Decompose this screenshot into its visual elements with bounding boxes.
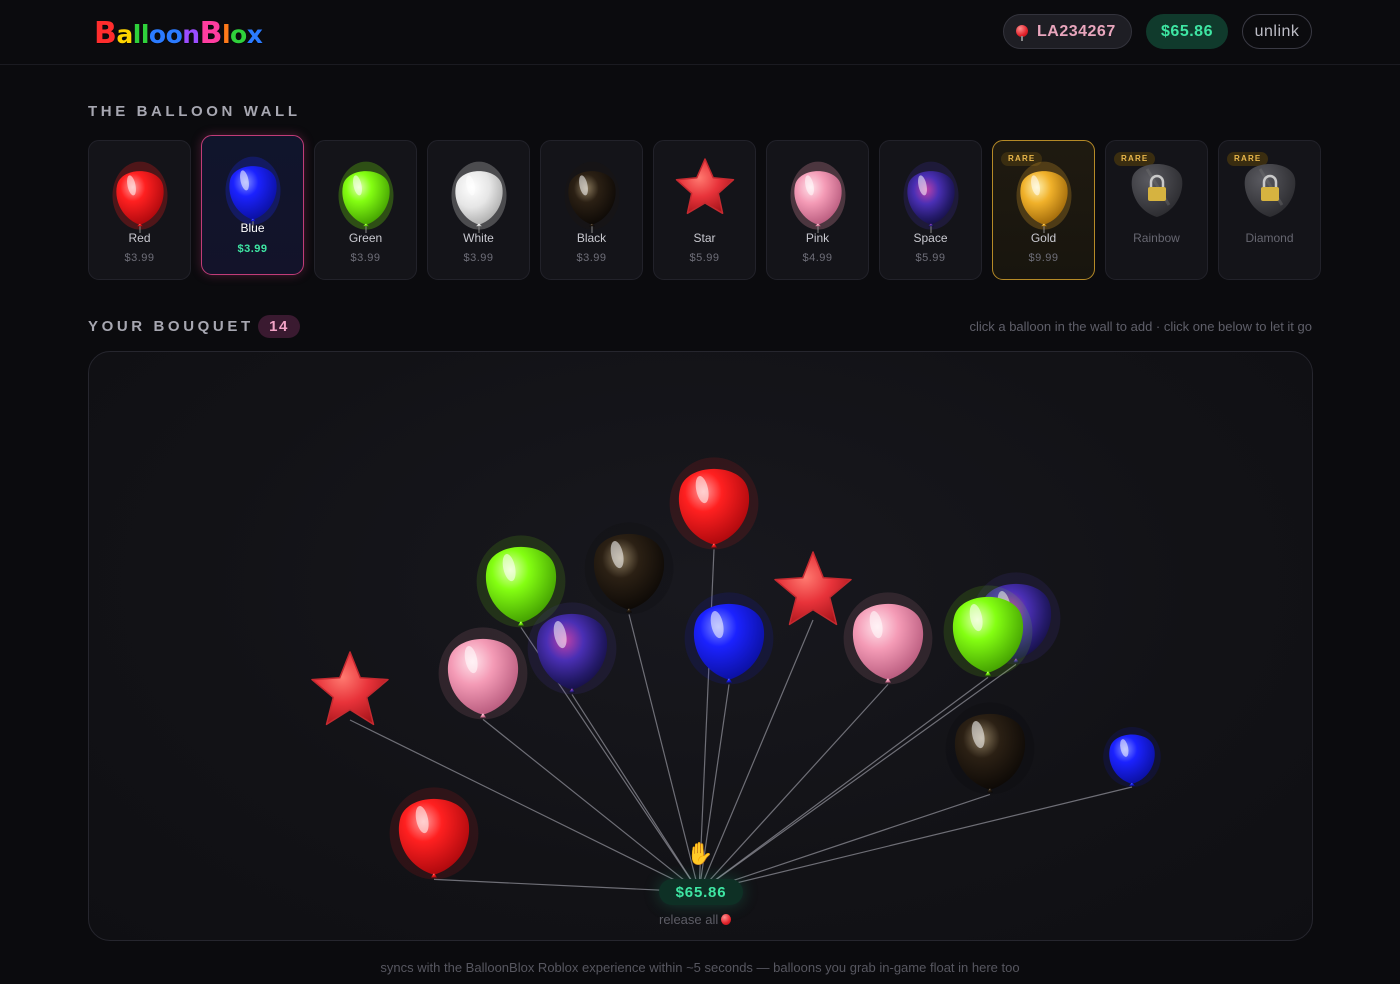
bouquet-balloon-space[interactable] bbox=[527, 602, 617, 695]
balloon-wall: Red $3.99 Blue $3.99 Green $3.99 White $… bbox=[88, 135, 1321, 281]
wall-item-blue[interactable]: Blue $3.99 bbox=[201, 135, 304, 275]
logo-letter: x bbox=[246, 20, 263, 49]
wall-item-name: Red bbox=[128, 231, 151, 245]
wall-item-name: Blue bbox=[240, 221, 265, 235]
bouquet-total: $65.86 bbox=[659, 879, 743, 905]
wall-item-gold[interactable]: RARE Gold $9.99 bbox=[992, 140, 1095, 280]
logo-letter: o bbox=[148, 20, 166, 49]
wall-item-price: $4.99 bbox=[802, 252, 833, 264]
logo-letter: o bbox=[230, 20, 247, 49]
wall-item-name: Pink bbox=[805, 231, 830, 245]
logo-letter: a bbox=[116, 20, 133, 49]
balloonblox-logo[interactable]: BalloonBlox bbox=[94, 16, 263, 51]
wall-item-price: $3.99 bbox=[124, 252, 155, 264]
bouquet-hint: click a balloon in the wall to add · cli… bbox=[969, 319, 1312, 334]
wall-item-price: $3.99 bbox=[350, 252, 381, 264]
wall-item-name: Diamond bbox=[1245, 231, 1294, 245]
user-badge[interactable]: LA234267 bbox=[1003, 14, 1132, 49]
logo-letter: n bbox=[182, 20, 200, 49]
bouquet-count-badge: 14 bbox=[258, 315, 300, 338]
balloon-string bbox=[482, 718, 700, 893]
username: LA234267 bbox=[1037, 22, 1116, 40]
wall-item-price: $3.99 bbox=[463, 252, 494, 264]
wall-item-price: $9.99 bbox=[1028, 252, 1059, 264]
sync-footer-note: syncs with the BalloonBlox Roblox experi… bbox=[380, 960, 1020, 975]
wall-item-price: $5.99 bbox=[689, 252, 720, 264]
bouquet-balloon-pink[interactable] bbox=[438, 627, 528, 720]
balance-badge: $65.86 bbox=[1146, 14, 1228, 49]
balloon-string bbox=[698, 786, 1133, 893]
wall-item-name: White bbox=[463, 231, 494, 245]
bouquet-balloon-blue[interactable] bbox=[684, 592, 774, 685]
release-all-label: release all bbox=[659, 912, 719, 927]
logo-letter: o bbox=[165, 20, 183, 49]
balloon-icon bbox=[673, 155, 737, 224]
logo-letter: l bbox=[221, 20, 231, 49]
wall-item-green[interactable]: Green $3.99 bbox=[314, 140, 417, 280]
balloon-string bbox=[698, 676, 989, 893]
wall-item-price: $3.99 bbox=[237, 243, 268, 255]
logo-letter: B bbox=[94, 16, 117, 51]
wall-item-rainbow: RARE Rainbow bbox=[1105, 140, 1208, 280]
balloon-icon bbox=[1016, 24, 1028, 41]
bouquet-balloon-red[interactable] bbox=[389, 787, 479, 880]
wall-item-name: Green bbox=[348, 231, 383, 245]
bouquet-balloon-red[interactable] bbox=[669, 457, 759, 550]
wall-item-name: Rainbow bbox=[1133, 231, 1180, 245]
wall-item-red[interactable]: Red $3.99 bbox=[88, 140, 191, 280]
wall-item-white[interactable]: White $3.99 bbox=[427, 140, 530, 280]
wall-item-price: $3.99 bbox=[576, 252, 607, 264]
bouquet-stage: ✋ $65.86 release all bbox=[88, 351, 1313, 941]
wall-item-space[interactable]: Space $5.99 bbox=[879, 140, 982, 280]
bouquet-balloon-black[interactable] bbox=[584, 522, 674, 615]
logo-letter: l bbox=[132, 20, 142, 49]
balloon-icon bbox=[721, 914, 732, 925]
wall-item-star[interactable]: Star $5.99 bbox=[653, 140, 756, 280]
bouquet-balloon-pink[interactable] bbox=[843, 592, 933, 685]
logo-letter: B bbox=[199, 16, 223, 51]
bouquet-title: YOUR BOUQUET bbox=[88, 318, 254, 335]
top-bar: BalloonBlox LA234267 $65.86 unlink bbox=[0, 0, 1400, 65]
logo-letter: l bbox=[140, 20, 150, 49]
hand-icon: ✋ bbox=[686, 841, 714, 866]
bouquet-balloon-star[interactable] bbox=[774, 551, 852, 626]
wall-item-name: Gold bbox=[1030, 231, 1057, 245]
wall-item-name: Black bbox=[576, 231, 607, 245]
bouquet-balloon-green[interactable] bbox=[943, 585, 1033, 678]
balloon-wall-title: THE BALLOON WALL bbox=[88, 103, 301, 120]
bouquet-balloon-star[interactable] bbox=[311, 651, 389, 726]
wall-item-name: Star bbox=[693, 231, 716, 245]
unlink-button[interactable]: unlink bbox=[1242, 14, 1312, 49]
wall-item-diamond: RARE Diamond bbox=[1218, 140, 1321, 280]
bouquet-balloon-black[interactable] bbox=[945, 702, 1035, 795]
wall-item-pink[interactable]: Pink $4.99 bbox=[766, 140, 869, 280]
wall-item-black[interactable]: Black $3.99 bbox=[540, 140, 643, 280]
lock-icon bbox=[1129, 155, 1185, 230]
balloon-string bbox=[571, 694, 700, 893]
wall-item-name: Space bbox=[913, 231, 948, 245]
lock-icon bbox=[1242, 155, 1298, 230]
wall-item-price: $5.99 bbox=[915, 252, 946, 264]
release-all-button[interactable]: release all bbox=[659, 912, 732, 927]
bouquet-balloon-blue[interactable] bbox=[1103, 727, 1161, 787]
